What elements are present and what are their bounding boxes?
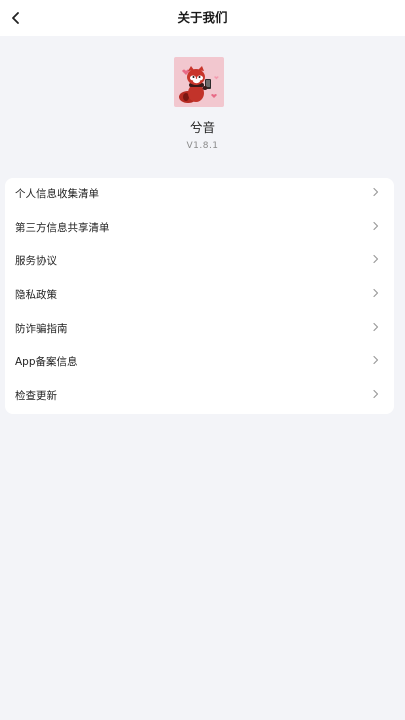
chevron-right-icon xyxy=(373,390,379,399)
menu-item-service-agreement[interactable]: 服务协议 xyxy=(5,245,394,279)
red-panda-logo-icon xyxy=(174,57,224,107)
app-name: 兮音 xyxy=(189,120,215,135)
chevron-right-icon xyxy=(373,255,379,264)
app-version: V1.8.1 xyxy=(186,141,219,151)
chevron-right-icon xyxy=(373,288,379,298)
menu-item-personal-info-list[interactable]: 个人信息收集清单 xyxy=(5,178,394,212)
chevron-right-icon xyxy=(373,221,379,230)
menu-card: 个人信息收集清单 第三方信息共享清单 服务协议 隐私政策 防诈骗指南 App备案… xyxy=(5,178,394,414)
menu-item-label: 个人信息收集清单 xyxy=(15,188,99,200)
menu-item-label: 检查更新 xyxy=(15,390,57,403)
menu-item-app-filing-info[interactable]: App备案信息 xyxy=(5,346,394,380)
menu-item-anti-fraud-guide[interactable]: 防诈骗指南 xyxy=(5,313,394,347)
menu-item-label: 服务协议 xyxy=(15,255,57,268)
app-logo xyxy=(174,57,224,107)
top-nav-bar: 关于我们 xyxy=(0,0,405,36)
page-title: 关于我们 xyxy=(177,10,228,25)
menu-item-label: 防诈骗指南 xyxy=(15,322,68,335)
menu-item-label: 隐私政策 xyxy=(15,289,57,302)
chevron-right-icon xyxy=(373,187,379,197)
menu-item-label: 第三方信息共享清单 xyxy=(15,221,110,234)
chevron-right-icon xyxy=(373,322,379,331)
chevron-right-icon xyxy=(373,356,379,365)
menu-item-privacy-policy[interactable]: 隐私政策 xyxy=(5,279,394,313)
menu-item-third-party-sharing-list[interactable]: 第三方信息共享清单 xyxy=(5,212,394,246)
menu-item-check-update[interactable]: 检查更新 xyxy=(5,380,394,414)
menu-item-label: App备案信息 xyxy=(15,356,78,369)
